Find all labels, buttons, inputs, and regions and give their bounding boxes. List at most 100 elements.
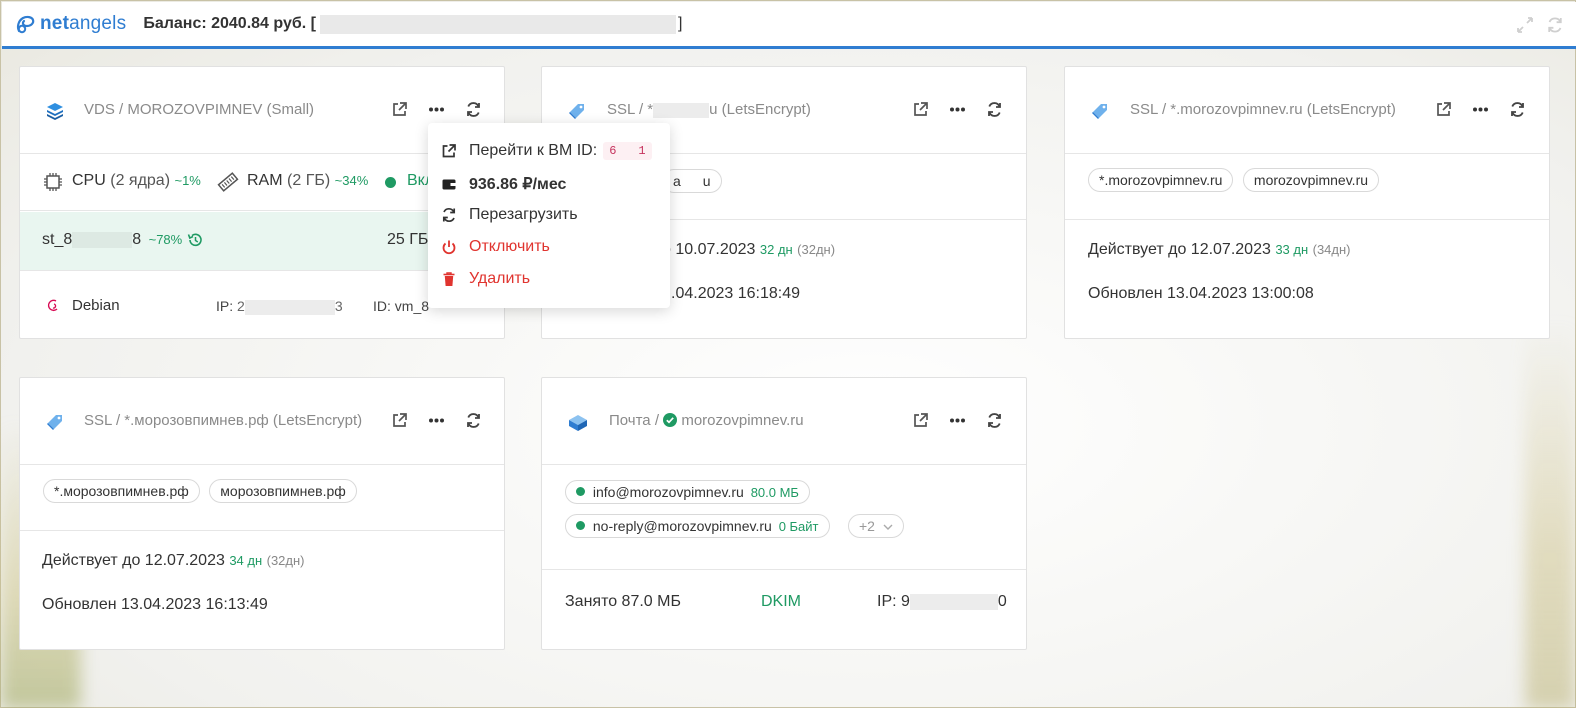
card-header: SSL / *.morozovpimnev.ru (LetsEncrypt) xyxy=(1065,67,1549,154)
valid-until: о 10.07.2023 xyxy=(662,241,756,258)
ip-value-start: 2 xyxy=(237,298,245,314)
external-link-icon[interactable] xyxy=(912,101,929,118)
os-name: Debian xyxy=(72,297,120,314)
domain-chip[interactable]: morozovpimnev.ru xyxy=(1242,168,1380,192)
dkim-link[interactable]: DKIM xyxy=(761,593,801,611)
app-frame: netangels Баланс: 2040.84 руб. [ ] VDS /… xyxy=(0,0,1576,708)
more-options-icon[interactable] xyxy=(1472,101,1489,118)
top-bar: netangels Баланс: 2040.84 руб. [ ] xyxy=(2,2,1576,49)
days-total: (32дн) xyxy=(797,242,836,257)
valid-until: Действует до 12.07.2023 xyxy=(42,552,225,569)
refresh-icon[interactable] xyxy=(986,412,1003,429)
cpu-detail: (2 ядра) xyxy=(110,172,171,189)
refresh-icon xyxy=(442,208,456,222)
trash-icon xyxy=(443,272,455,286)
external-link-icon[interactable] xyxy=(912,412,929,429)
days-total: (34дн) xyxy=(1312,242,1351,257)
mail-ip: IP: 9 xyxy=(877,593,910,610)
menu-item-delete[interactable]: Удалить xyxy=(441,270,530,288)
debian-icon xyxy=(47,299,58,312)
more-options-icon[interactable] xyxy=(428,412,445,429)
domain-chip[interactable]: *.morozovpimnev.ru xyxy=(1088,168,1234,192)
ram-usage: ~34% xyxy=(334,173,369,188)
domain-chip[interactable]: морозовпимнев.рф xyxy=(209,479,357,503)
netangels-logo[interactable]: netangels xyxy=(15,13,126,35)
mailbox-chip[interactable]: info@morozovpimnev.ru 80.0 МБ xyxy=(565,480,810,504)
card-header: Почта / morozovpimnev.ru xyxy=(542,378,1026,465)
ram-detail: (2 ГБ) xyxy=(287,172,331,189)
id-label: ID: xyxy=(373,298,391,314)
chevron-down-icon xyxy=(883,524,893,530)
mail-ip-end: 0 xyxy=(997,593,1007,610)
masked-value xyxy=(909,593,998,610)
more-mailboxes-button[interactable]: +2 xyxy=(848,514,904,538)
updated-at: Обновлен 13.04.2023 16:13:49 xyxy=(42,596,268,613)
mail-box-icon xyxy=(569,415,587,431)
mail-info: Занято 87.0 МБ DKIM IP: 9 0 xyxy=(542,571,1026,649)
domain-chip[interactable]: *.морозовпимнев.рф xyxy=(43,479,200,503)
card-title[interactable]: SSL / *.морозовпимнев.рф (LetsEncrypt) xyxy=(84,412,362,429)
ssl-tag-icon xyxy=(1092,104,1107,119)
ip-label: IP: xyxy=(216,298,234,314)
days-left: 34 дн xyxy=(229,553,263,568)
wallet-icon xyxy=(442,179,456,190)
logo-icon xyxy=(16,15,35,34)
card-header: SSL / *.морозовпимнев.рф (LetsEncrypt) xyxy=(20,378,504,465)
mailbox-chip[interactable]: no-reply@morozovpimnev.ru 0 Байт xyxy=(565,514,830,538)
mailboxes-row: info@morozovpimnev.ru 80.0 МБ no-reply@m… xyxy=(542,466,1026,570)
ram-icon xyxy=(217,172,239,192)
refresh-icon[interactable] xyxy=(465,101,482,118)
storage-size: 25 ГБ xyxy=(387,231,429,248)
domain-chip[interactable]: au xyxy=(662,169,722,194)
refresh-icon[interactable] xyxy=(1509,101,1526,118)
card-title[interactable]: SSL / * u (LetsEncrypt) xyxy=(607,101,811,118)
refresh-all-icon[interactable] xyxy=(1546,16,1564,34)
updated-at: Обновлен 13.04.2023 13:00:08 xyxy=(1088,285,1314,302)
card-title[interactable]: VDS / MOROZOVPIMNEV (Small) xyxy=(84,101,314,118)
ssl-card: SSL / *.morozovpimnev.ru (LetsEncrypt) *… xyxy=(1064,66,1550,339)
refresh-icon[interactable] xyxy=(465,412,482,429)
more-options-icon[interactable] xyxy=(949,412,966,429)
cpu-usage: ~1% xyxy=(174,173,201,188)
menu-item-reboot[interactable]: Перезагрузить xyxy=(441,206,578,224)
used-space: Занято 87.0 МБ xyxy=(565,593,681,610)
more-options-icon[interactable] xyxy=(949,101,966,118)
refresh-icon[interactable] xyxy=(986,101,1003,118)
fullscreen-icon[interactable] xyxy=(1516,16,1534,34)
days-total: (32дн) xyxy=(266,553,305,568)
days-left: 32 дн xyxy=(759,242,793,257)
external-link-icon[interactable] xyxy=(1435,101,1452,118)
mail-card: Почта / morozovpimnev.ru info@morozovpim… xyxy=(541,377,1027,650)
vm-id-badge: 61 xyxy=(603,142,652,160)
menu-item-shutdown[interactable]: Отключить xyxy=(441,238,550,256)
id-value: vm_8 xyxy=(394,298,430,314)
days-left: 33 дн xyxy=(1275,242,1309,257)
external-link-icon[interactable] xyxy=(391,412,408,429)
vds-actions-menu: Перейти к ВМ ID: 61 936.86 ₽/мес Перезаг… xyxy=(428,123,670,308)
card-title[interactable]: Почта / morozovpimnev.ru xyxy=(609,412,804,429)
ram-label: RAM xyxy=(247,172,283,189)
mailbox-status-dot xyxy=(576,487,585,496)
card-title[interactable]: SSL / *.morozovpimnev.ru (LetsEncrypt) xyxy=(1130,101,1396,118)
verified-check-icon xyxy=(663,413,678,427)
external-link-icon[interactable] xyxy=(391,101,408,118)
cpu-icon xyxy=(44,173,62,191)
ssl-card: SSL / *.морозовпимнев.рф (LetsEncrypt) *… xyxy=(19,377,505,650)
storage-name: st_8 xyxy=(42,231,73,248)
more-options-icon[interactable] xyxy=(428,101,445,118)
menu-item-goto-vm[interactable]: Перейти к ВМ ID: 61 xyxy=(441,142,652,160)
status-dot xyxy=(385,177,396,188)
menu-item-price: 936.86 ₽/мес xyxy=(441,174,566,194)
masked-value xyxy=(244,299,335,315)
background-decoration xyxy=(1525,321,1575,708)
storage-name-end: 8 xyxy=(132,231,142,248)
power-icon xyxy=(442,240,456,255)
balance-suffix: ] xyxy=(677,15,683,32)
server-stack-icon xyxy=(47,103,63,120)
balance-text: Баланс: 2040.84 руб. [ xyxy=(143,15,316,32)
history-icon[interactable] xyxy=(187,232,203,248)
masked-value xyxy=(72,231,133,248)
mailbox-status-dot xyxy=(576,521,585,530)
domains-row: *.morozovpimnev.ru morozovpimnev.ru xyxy=(1065,155,1549,220)
cpu-label: CPU xyxy=(72,172,106,189)
